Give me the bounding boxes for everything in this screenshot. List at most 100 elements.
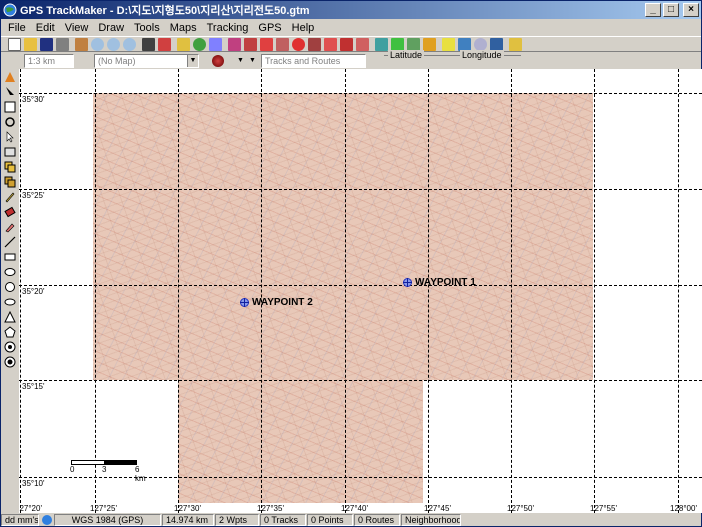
eraser-icon[interactable] [3, 205, 17, 219]
map-layers-icon[interactable] [458, 37, 471, 51]
pentagon-tool-icon[interactable] [3, 325, 17, 339]
triangle-tool-icon[interactable] [3, 310, 17, 324]
status-routes: 0 Routes [354, 514, 400, 526]
grid-line-lon [345, 69, 346, 513]
waypoint-flag-icon[interactable] [260, 37, 273, 51]
pencil-icon[interactable] [3, 190, 17, 204]
ellipse-tool-icon[interactable] [3, 265, 17, 279]
title-bar[interactable]: GPS TrackMaker - D:\지도\지형도50\지리산\지리전도50.… [1, 1, 701, 19]
menu-view[interactable]: View [60, 22, 94, 34]
move-waypoint-icon[interactable] [3, 145, 17, 159]
grid-line-lon [261, 69, 262, 513]
longitude-label: 128°00' [670, 504, 697, 513]
waypoint-2[interactable]: WAYPOINT 2 [240, 297, 313, 308]
map-image-icon[interactable] [177, 37, 190, 51]
status-distance: 14.974 km [162, 514, 214, 526]
gps-send-icon[interactable] [391, 37, 404, 51]
search-waypoint-icon[interactable] [276, 37, 289, 51]
cursor-icon[interactable] [3, 130, 17, 144]
oval-tool-icon[interactable] [3, 295, 17, 309]
latitude-label: Latitude [388, 50, 425, 60]
latitude-label: 35°30' [22, 95, 45, 104]
grid-line-lon [594, 69, 595, 513]
line-tool-icon[interactable] [3, 235, 17, 249]
waypoint-list-icon[interactable] [340, 37, 353, 51]
gps-receive-icon[interactable] [375, 37, 388, 51]
ruler-icon[interactable] [158, 37, 171, 51]
status-points: 0 Points [307, 514, 353, 526]
close-button[interactable]: × [683, 3, 699, 17]
waypoint-1[interactable]: WAYPOINT 1 [403, 277, 476, 288]
menu-file[interactable]: File [3, 22, 31, 34]
point-tool-icon[interactable] [3, 355, 17, 369]
tracks-routes-dropdown[interactable]: Tracks and Routes [261, 53, 366, 68]
circle-tool-icon[interactable] [3, 280, 17, 294]
find-icon[interactable] [292, 37, 305, 51]
globe-icon[interactable] [193, 37, 206, 51]
open-folder-icon[interactable] [24, 37, 37, 51]
binoculars-icon[interactable] [142, 37, 155, 51]
maximize-button[interactable]: □ [663, 3, 679, 17]
window-title: GPS TrackMaker - D:\지도\지형도50\지리산\지리전도50.… [20, 5, 310, 17]
group-objects-icon[interactable] [3, 175, 17, 189]
datum-globe-icon [42, 515, 52, 525]
map-value: (No Map) [98, 55, 136, 66]
ruler-measure-icon[interactable] [442, 37, 455, 51]
gps-track-icon[interactable] [407, 37, 420, 51]
arrow-pointer-icon[interactable] [3, 85, 17, 99]
rectangle-tool-icon[interactable] [3, 250, 17, 264]
track-icon[interactable] [228, 37, 241, 51]
latitude-label: 35°20' [22, 287, 45, 296]
cd-disk-icon[interactable] [474, 37, 487, 51]
grid-icon[interactable] [209, 37, 222, 51]
menu-gps[interactable]: GPS [253, 22, 286, 34]
map-dropdown[interactable]: (No Map) ▼ [94, 53, 199, 68]
main-toolbar [1, 36, 701, 52]
map-canvas[interactable]: 35°30' 35°25' 35°20' 35°15' 35°10' 127°2… [19, 69, 702, 513]
grid-line-lat [19, 477, 702, 478]
menu-edit[interactable]: Edit [31, 22, 60, 34]
save-icon[interactable] [40, 37, 53, 51]
waypoint-globe-icon [240, 298, 249, 307]
help-question-icon[interactable] [509, 37, 522, 51]
grid-line-lon [178, 69, 179, 513]
pan-hand-icon[interactable] [75, 37, 88, 51]
minimize-button[interactable]: _ [645, 3, 661, 17]
track-list-icon[interactable] [308, 37, 321, 51]
properties-icon[interactable] [356, 37, 369, 51]
scale-dropdown[interactable]: 1:3 km [24, 53, 74, 68]
gps-antenna-icon[interactable] [423, 37, 436, 51]
menu-maps[interactable]: Maps [165, 22, 202, 34]
copy-object-icon[interactable] [3, 160, 17, 174]
menu-help[interactable]: Help [287, 22, 320, 34]
target-tool-icon[interactable] [3, 340, 17, 354]
route-list-icon[interactable] [324, 37, 337, 51]
zoom-in-icon[interactable] [107, 37, 120, 51]
map-settings-icon[interactable] [212, 54, 224, 67]
tracks-next-arrow[interactable]: ▼ [249, 55, 259, 67]
map-toolbar: 1:3 km (No Map) ▼ ▼ ▼ Tracks and Routes [1, 52, 701, 69]
topo-map-tile-lower [178, 380, 423, 503]
tracks-prev-arrow[interactable]: ▼ [237, 55, 247, 67]
topo-map-tile-main [93, 93, 593, 380]
new-file-icon[interactable] [8, 37, 21, 51]
options-dropdown-icon[interactable] [490, 37, 503, 51]
chevron-down-icon: ▼ [187, 54, 198, 67]
latitude-label: 35°10' [22, 479, 45, 488]
menu-tools[interactable]: Tools [129, 22, 165, 34]
zoom-out-icon[interactable] [123, 37, 136, 51]
scale-label: 3 [102, 465, 107, 474]
rotate-icon[interactable] [3, 115, 17, 129]
select-rectangle-icon[interactable] [3, 100, 17, 114]
gps-pointer-icon[interactable] [3, 70, 17, 84]
status-coordinate-format[interactable]: dd mm'ss" [1, 514, 39, 526]
menu-draw[interactable]: Draw [93, 22, 129, 34]
status-datum[interactable]: WGS 1984 (GPS) [54, 514, 161, 526]
status-mode: Neighborhood [401, 514, 461, 526]
scale-label: 6 km [135, 465, 146, 483]
route-icon[interactable] [244, 37, 257, 51]
brush-icon[interactable] [3, 220, 17, 234]
print-icon[interactable] [56, 37, 69, 51]
menu-tracking[interactable]: Tracking [202, 22, 254, 34]
zoom-icon[interactable] [91, 37, 104, 51]
